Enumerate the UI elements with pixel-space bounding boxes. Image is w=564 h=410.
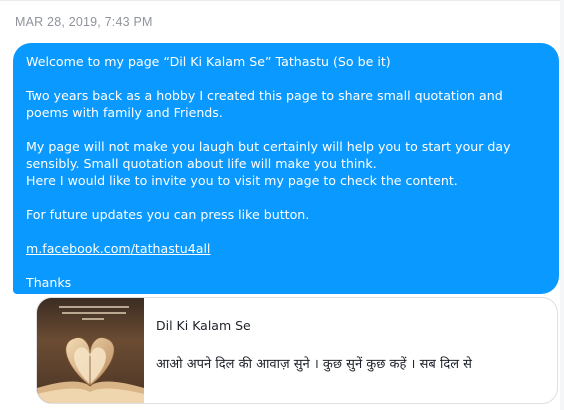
link-preview-title: Dil Ki Kalam Se xyxy=(156,318,251,333)
message-thread: MAR 28, 2019, 7:43 PM Welcome to my page… xyxy=(0,0,564,410)
message-signoff: Thanks xyxy=(26,275,72,290)
scrollbar[interactable] xyxy=(560,0,564,410)
message-bubble[interactable]: Welcome to my page “Dil Ki Kalam Se” Tat… xyxy=(13,43,559,294)
message-line-hobby: Two years back as a hobby I created this… xyxy=(26,88,503,120)
message-timestamp: MAR 28, 2019, 7:43 PM xyxy=(15,15,153,29)
message-line-welcome: Welcome to my page “Dil Ki Kalam Se” Tat… xyxy=(26,54,391,69)
message-line-updates: For future updates you can press like bu… xyxy=(26,207,310,222)
link-preview-card[interactable]: Dil Ki Kalam Se आओ अपने दिल की आवाज़ सुन… xyxy=(36,297,558,404)
message-line-invite: Here I would like to invite you to visit… xyxy=(26,173,458,188)
top-divider xyxy=(0,0,564,1)
book-heart-image xyxy=(37,298,144,403)
message-line-purpose: My page will not make you laugh but cert… xyxy=(26,139,511,171)
page-link[interactable]: m.facebook.com/tathastu4all xyxy=(26,241,210,256)
link-preview-description: आओ अपने दिल की आवाज़ सुने । कुछ सुनें कु… xyxy=(156,357,472,372)
